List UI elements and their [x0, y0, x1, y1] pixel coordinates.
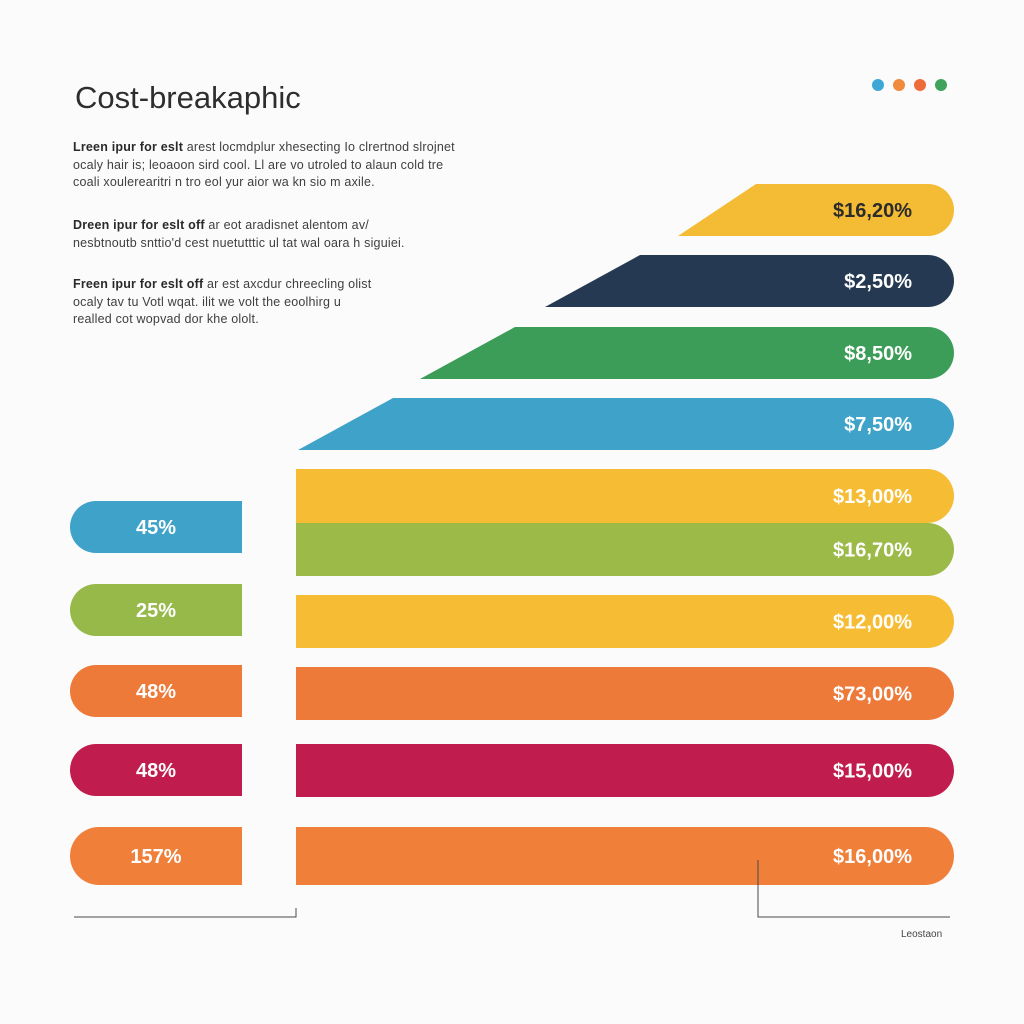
bar-chart: $16,20% $2,50% $8,50% $7,50% $13,00% $16,70% $…: [70, 184, 954, 918]
full-bar-label-4: $73,00%: [833, 684, 912, 706]
left-bar-label-1: 45%: [136, 517, 176, 539]
full-bar-label-3: $12,00%: [833, 612, 912, 634]
full-bar-label-1: $13,00%: [833, 486, 912, 508]
left-bar-label-4: 48%: [136, 760, 176, 782]
baseline-left: [74, 908, 297, 918]
left-bar-label-5: 157%: [130, 846, 181, 868]
tapered-bar-1: [678, 184, 954, 236]
full-bar-label-2: $16,70%: [833, 540, 912, 562]
full-bar-label-6: $16,00%: [833, 846, 912, 868]
tapered-bar-label-2: $2,50%: [844, 271, 912, 293]
full-bar-label-5: $15,00%: [833, 761, 912, 783]
tapered-bar-label-3: $8,50%: [844, 343, 912, 365]
tapered-bar-label-1: $16,20%: [833, 200, 912, 222]
tapered-bar-label-4: $7,50%: [844, 414, 912, 436]
left-bar-label-2: 25%: [136, 600, 176, 622]
footer-label: Leostaon: [901, 929, 943, 940]
left-bar-label-3: 48%: [136, 681, 176, 703]
